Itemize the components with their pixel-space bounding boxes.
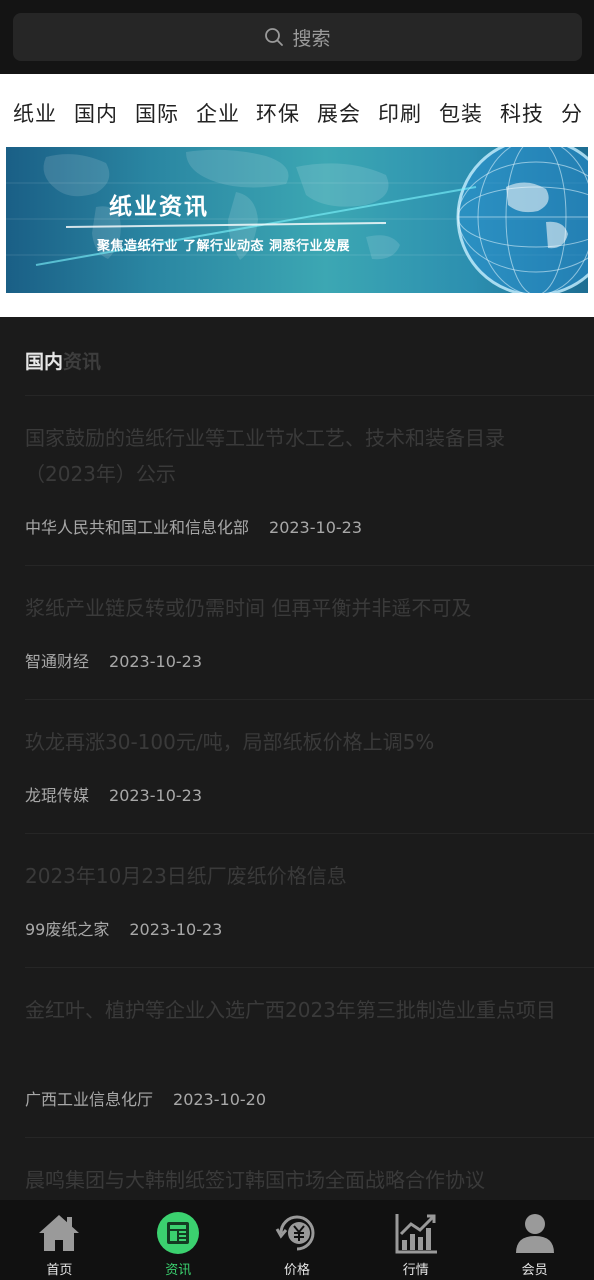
news-meta: 智通财经 2023-10-23 [25, 648, 202, 672]
news-title[interactable]: 2023年10月23日纸厂废纸价格信息 [25, 858, 565, 894]
news-source: 中华人民共和国工业和信息化部 [25, 518, 250, 537]
section-title: 国内资讯 [25, 347, 101, 374]
divider [25, 967, 594, 968]
news-title[interactable]: 浆纸产业链反转或仍需时间 但再平衡并非遥不可及 [25, 590, 565, 626]
news-title[interactable]: 晨鸣集团与大韩制纸签订韩国市场全面战略合作协议 [25, 1162, 565, 1198]
bottom-tab-bar: 首页 资讯 价格 行情 会员 [0, 1200, 594, 1280]
category-tab[interactable]: 包装 [439, 98, 483, 128]
news-meta: 龙琨传媒 2023-10-23 [25, 782, 202, 806]
category-tab[interactable]: 科技 [500, 98, 544, 128]
category-tab[interactable]: 分 [561, 98, 583, 128]
tab-news[interactable]: 资讯 [119, 1200, 238, 1280]
chart-icon [395, 1214, 437, 1254]
banner[interactable]: 纸业资讯 聚焦造纸行业 了解行业动态 洞悉行业发展 [6, 147, 588, 293]
category-tab[interactable]: 企业 [196, 98, 240, 128]
news-title[interactable]: 国家鼓励的造纸行业等工业节水工艺、技术和装备目录（2023年）公示 [25, 420, 565, 492]
news-date: 2023-10-23 [269, 518, 362, 537]
news-source: 龙琨传媒 [25, 786, 90, 805]
banner-title: 纸业资讯 [109, 194, 209, 220]
category-tab[interactable]: 环保 [256, 98, 300, 128]
divider [25, 395, 594, 396]
news-source: 广西工业信息化厅 [25, 1090, 154, 1109]
tab-price[interactable]: 价格 [238, 1200, 357, 1280]
news-source: 智通财经 [25, 652, 90, 671]
news-date: 2023-10-23 [129, 920, 223, 939]
category-nav: 纸业 国内 国际 企业 环保 展会 印刷 包装 科技 分 [0, 74, 594, 147]
category-tab[interactable]: 展会 [317, 98, 361, 128]
tab-label: 行情 [402, 1263, 429, 1278]
category-tab[interactable]: 国际 [135, 98, 179, 128]
search-placeholder: 搜索 [292, 27, 331, 50]
category-tab[interactable]: 纸业 [13, 98, 57, 128]
globe-graphic [456, 147, 588, 293]
price-icon [275, 1215, 315, 1251]
divider [25, 1137, 594, 1138]
tab-market[interactable]: 行情 [356, 1200, 475, 1280]
news-source: 99废纸之家 [25, 920, 110, 939]
search-bar: 搜索 [0, 0, 594, 74]
news-date: 2023-10-23 [109, 786, 202, 805]
section-title-primary: 国内 [25, 351, 64, 373]
tab-label: 价格 [283, 1263, 310, 1278]
divider [25, 699, 594, 700]
news-date: 2023-10-23 [109, 652, 202, 671]
world-map-graphic [6, 147, 588, 293]
news-meta: 中华人民共和国工业和信息化部 2023-10-23 [25, 514, 362, 538]
tab-home[interactable]: 首页 [0, 1200, 119, 1280]
search-icon [264, 27, 284, 47]
header-area: 纸业 国内 国际 企业 环保 展会 印刷 包装 科技 分 纸业资讯 聚焦造纸行业… [0, 74, 594, 317]
news-icon [157, 1212, 200, 1254]
tab-label: 会员 [521, 1263, 548, 1278]
section-title-secondary: 资讯 [63, 351, 102, 373]
news-title[interactable]: 玖龙再涨30-100元/吨，局部纸板价格上调5% [25, 724, 565, 760]
news-date: 2023-10-20 [173, 1090, 266, 1109]
tab-member[interactable]: 会员 [475, 1200, 594, 1280]
divider [25, 833, 594, 834]
user-icon [515, 1214, 554, 1253]
home-icon [39, 1215, 80, 1251]
tab-label: 首页 [46, 1263, 73, 1278]
category-tab[interactable]: 印刷 [378, 98, 422, 128]
banner-subtitle: 聚焦造纸行业 了解行业动态 洞悉行业发展 [97, 239, 351, 254]
news-meta: 广西工业信息化厅 2023-10-20 [25, 1086, 266, 1110]
news-meta: 99废纸之家 2023-10-23 [25, 916, 222, 940]
news-section: 国内资讯 国家鼓励的造纸行业等工业节水工艺、技术和装备目录（2023年）公示 中… [0, 317, 594, 1200]
news-title[interactable]: 金红叶、植护等企业入选广西2023年第三批制造业重点项目 [25, 992, 565, 1028]
search-input[interactable]: 搜索 [13, 13, 582, 61]
divider [25, 565, 594, 566]
category-tab[interactable]: 国内 [74, 98, 118, 128]
tab-label: 资讯 [165, 1263, 192, 1278]
